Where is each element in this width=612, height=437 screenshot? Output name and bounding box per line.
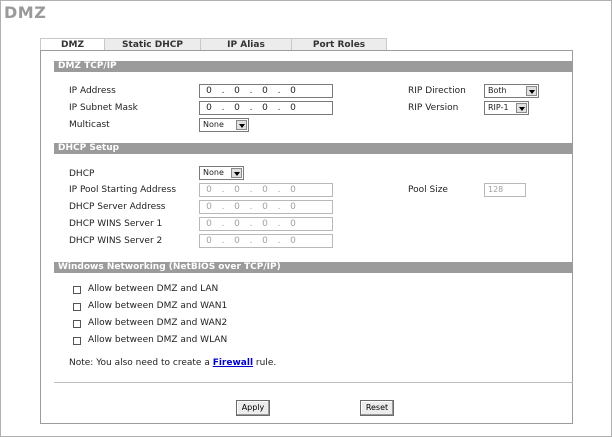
tab-ip-alias[interactable]: IP Alias [201, 38, 292, 50]
checkbox-label-dmz-wlan: Allow between DMZ and WLAN [88, 335, 228, 345]
octet: 0 [262, 236, 268, 246]
pool-size-label: Pool Size [408, 185, 448, 195]
octet: 0 [290, 202, 296, 212]
chevron-down-icon [236, 120, 247, 130]
rip-version-label: RIP Version [408, 103, 459, 113]
rip-direction-select[interactable]: Both [484, 84, 539, 98]
octet: 0 [234, 236, 240, 246]
octet: 0 [290, 86, 296, 96]
wins1-label: DHCP WINS Server 1 [69, 219, 163, 229]
octet: 0 [234, 185, 240, 195]
octet: 0 [206, 86, 212, 96]
content-panel: DMZ TCP/IP IP Address 0. 0. 0. 0 IP Subn… [40, 50, 573, 424]
dhcp-server-field[interactable]: 0. 0. 0. 0 [199, 200, 333, 214]
ip-address-field[interactable]: 0. 0. 0. 0 [199, 84, 333, 98]
tab-dmz[interactable]: DMZ [40, 38, 105, 50]
subnet-mask-field[interactable]: 0. 0. 0. 0 [199, 101, 333, 115]
tab-static-dhcp[interactable]: Static DHCP [105, 38, 201, 50]
checkbox-dmz-wan2[interactable] [73, 320, 81, 328]
octet: 0 [206, 236, 212, 246]
chevron-down-icon [516, 103, 527, 113]
dhcp-select[interactable]: None [199, 166, 244, 180]
chevron-down-icon [526, 86, 537, 96]
firewall-link[interactable]: Firewall [213, 358, 253, 368]
octet: 0 [234, 202, 240, 212]
tab-port-roles[interactable]: Port Roles [292, 38, 387, 50]
octet: 0 [262, 103, 268, 113]
multicast-select[interactable]: None [199, 118, 249, 132]
octet: 0 [290, 236, 296, 246]
firewall-note: Note: You also need to create a Firewall… [69, 358, 276, 369]
rip-version-select[interactable]: RIP-1 [484, 101, 529, 115]
ip-address-label: IP Address [69, 86, 116, 96]
dhcp-label: DHCP [69, 169, 95, 179]
rip-direction-value: Both [488, 86, 507, 95]
subnet-mask-label: IP Subnet Mask [69, 103, 138, 113]
rip-direction-label: RIP Direction [408, 86, 466, 96]
divider [54, 382, 573, 383]
octet: 0 [206, 219, 212, 229]
octet: 0 [234, 103, 240, 113]
page-title: DMZ [4, 3, 47, 22]
dhcp-server-label: DHCP Server Address [69, 202, 166, 212]
tab-bar: DMZ Static DHCP IP Alias Port Roles [40, 38, 573, 50]
pool-start-label: IP Pool Starting Address [69, 185, 177, 195]
section-header-netbios: Windows Networking (NetBIOS over TCP/IP) [54, 262, 573, 273]
wins2-field[interactable]: 0. 0. 0. 0 [199, 234, 333, 248]
reset-button[interactable]: Reset [360, 400, 394, 416]
multicast-value: None [203, 120, 224, 129]
note-text: Note: You also need to create a [69, 358, 213, 368]
pool-start-field[interactable]: 0. 0. 0. 0 [199, 183, 333, 197]
apply-button[interactable]: Apply [236, 400, 270, 416]
checkbox-dmz-lan[interactable] [73, 286, 81, 294]
pool-size-field[interactable]: 128 [484, 183, 526, 197]
octet: 0 [206, 103, 212, 113]
checkbox-label-dmz-wan1: Allow between DMZ and WAN1 [88, 301, 228, 311]
checkbox-label-dmz-lan: Allow between DMZ and LAN [88, 284, 219, 294]
octet: 0 [262, 219, 268, 229]
octet: 0 [290, 219, 296, 229]
octet: 0 [262, 185, 268, 195]
wins2-label: DHCP WINS Server 2 [69, 236, 163, 246]
octet: 0 [290, 185, 296, 195]
octet: 0 [262, 202, 268, 212]
octet: 0 [234, 219, 240, 229]
chevron-down-icon [231, 168, 242, 178]
section-header-dhcp: DHCP Setup [54, 143, 573, 154]
checkbox-label-dmz-wan2: Allow between DMZ and WAN2 [88, 318, 228, 328]
wins1-field[interactable]: 0. 0. 0. 0 [199, 217, 333, 231]
multicast-label: Multicast [69, 120, 110, 130]
section-header-tcpip: DMZ TCP/IP [54, 61, 573, 72]
checkbox-dmz-wan1[interactable] [73, 303, 81, 311]
dhcp-value: None [203, 168, 224, 177]
octet: 0 [206, 202, 212, 212]
octet: 0 [290, 103, 296, 113]
rip-version-value: RIP-1 [488, 103, 509, 112]
checkbox-dmz-wlan[interactable] [73, 337, 81, 345]
note-text: rule. [253, 358, 277, 368]
octet: 0 [262, 86, 268, 96]
octet: 0 [206, 185, 212, 195]
octet: 0 [234, 86, 240, 96]
